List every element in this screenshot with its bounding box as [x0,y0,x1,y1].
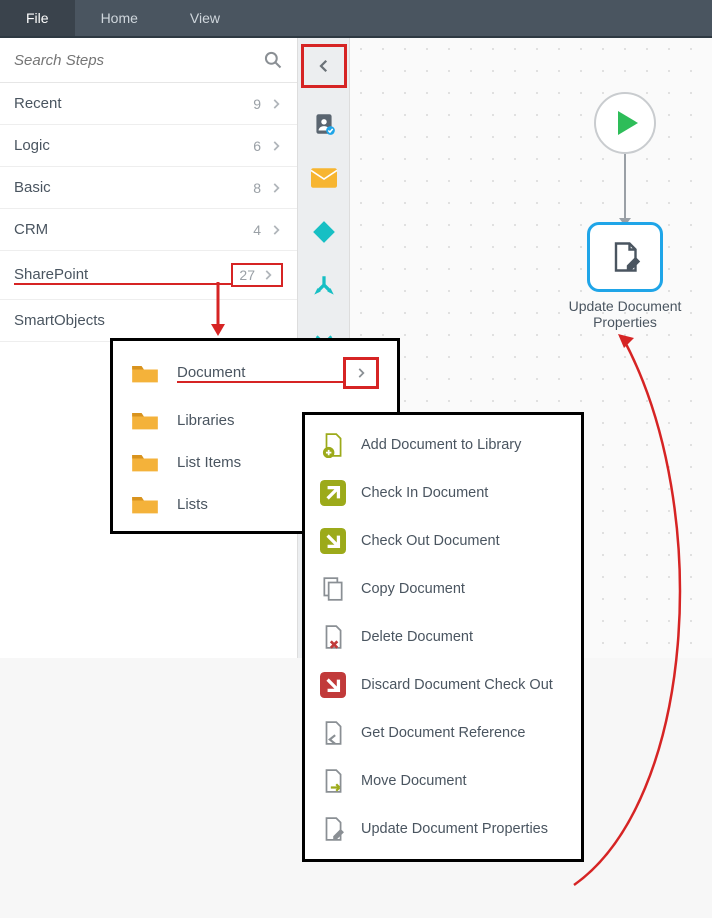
collapse-panel-button[interactable] [306,48,342,84]
copy-icon [320,576,346,602]
annotation-redbox [343,357,379,389]
step-node-update-doc[interactable] [587,222,663,292]
document-edit-icon [607,239,643,275]
search-input[interactable] [14,52,263,69]
category-sharepoint[interactable]: SharePoint 27 [0,251,297,300]
category-count: 9 [253,96,261,112]
folder-icon [131,362,159,384]
action-check-out[interactable]: Check Out Document [305,517,581,565]
category-recent[interactable]: Recent 9 [0,83,297,125]
clipboard-user-icon [311,111,337,137]
action-label: Get Document Reference [361,725,567,741]
rail-split-button[interactable] [306,268,342,304]
menubar: File Home View [0,0,712,38]
document-edit-icon [320,816,346,842]
document-add-icon [320,432,346,458]
category-logic[interactable]: Logic 6 [0,125,297,167]
chevron-right-icon [261,268,275,282]
action-label: Add Document to Library [361,437,567,453]
category-count: 4 [253,222,261,238]
document-ref-icon [320,720,346,746]
search-row [0,38,297,83]
category-smartobjects[interactable]: SmartObjects [0,300,297,342]
discard-icon [320,672,346,698]
check-out-icon [320,528,346,554]
annotation-redbox: 27 [231,263,283,287]
annotation-redbox [301,44,347,88]
category-label: Logic [14,137,253,154]
play-icon [618,111,638,135]
move-document-icon [320,768,346,794]
menu-file[interactable]: File [0,0,75,36]
action-label: Check Out Document [361,533,567,549]
chevron-right-icon [269,223,283,237]
category-basic[interactable]: Basic 8 [0,167,297,209]
rail-mail-button[interactable] [306,160,342,196]
category-count: 6 [253,138,261,154]
envelope-icon [311,168,337,188]
chevron-right-icon [269,181,283,195]
action-get-reference[interactable]: Get Document Reference [305,709,581,757]
chevron-left-icon [315,57,333,75]
action-label: Copy Document [361,581,567,597]
step-node-label: Update Document Properties [550,298,700,330]
diamond-icon [311,219,337,245]
category-label: Basic [14,179,253,196]
action-delete-document[interactable]: Delete Document [305,613,581,661]
action-label: Check In Document [361,485,567,501]
connector-line [624,154,626,222]
folder-icon [131,493,159,515]
action-check-in[interactable]: Check In Document [305,469,581,517]
chevron-right-icon [269,97,283,111]
rail-decision-button[interactable] [306,214,342,250]
action-label: Delete Document [361,629,567,645]
action-label: Update Document Properties [361,821,567,837]
category-label: SmartObjects [14,312,283,329]
action-label: Move Document [361,773,567,789]
category-count: 8 [253,180,261,196]
chevron-right-icon [269,139,283,153]
folder-icon [131,451,159,473]
check-in-icon [320,480,346,506]
rail-clipboard-button[interactable] [306,106,342,142]
category-count: 27 [239,267,255,283]
start-node[interactable] [594,92,656,154]
category-label: Recent [14,95,253,112]
chevron-right-icon [354,366,368,380]
category-crm[interactable]: CRM 4 [0,209,297,251]
action-add-document[interactable]: Add Document to Library [305,421,581,469]
search-icon[interactable] [263,50,283,70]
action-update-properties[interactable]: Update Document Properties [305,805,581,853]
action-copy-document[interactable]: Copy Document [305,565,581,613]
menu-view[interactable]: View [164,0,246,36]
action-label: Discard Document Check Out [361,677,567,693]
action-move-document[interactable]: Move Document [305,757,581,805]
action-discard-checkout[interactable]: Discard Document Check Out [305,661,581,709]
flyout-item-label: Document [177,364,343,383]
category-label: CRM [14,221,253,238]
category-label: SharePoint [14,266,231,285]
split-arrows-icon [311,273,337,299]
menu-home[interactable]: Home [75,0,164,36]
flyout-item-document[interactable]: Document [113,347,397,399]
delete-document-icon [320,624,346,650]
folder-icon [131,409,159,431]
document-actions-flyout: Add Document to Library Check In Documen… [302,412,584,862]
